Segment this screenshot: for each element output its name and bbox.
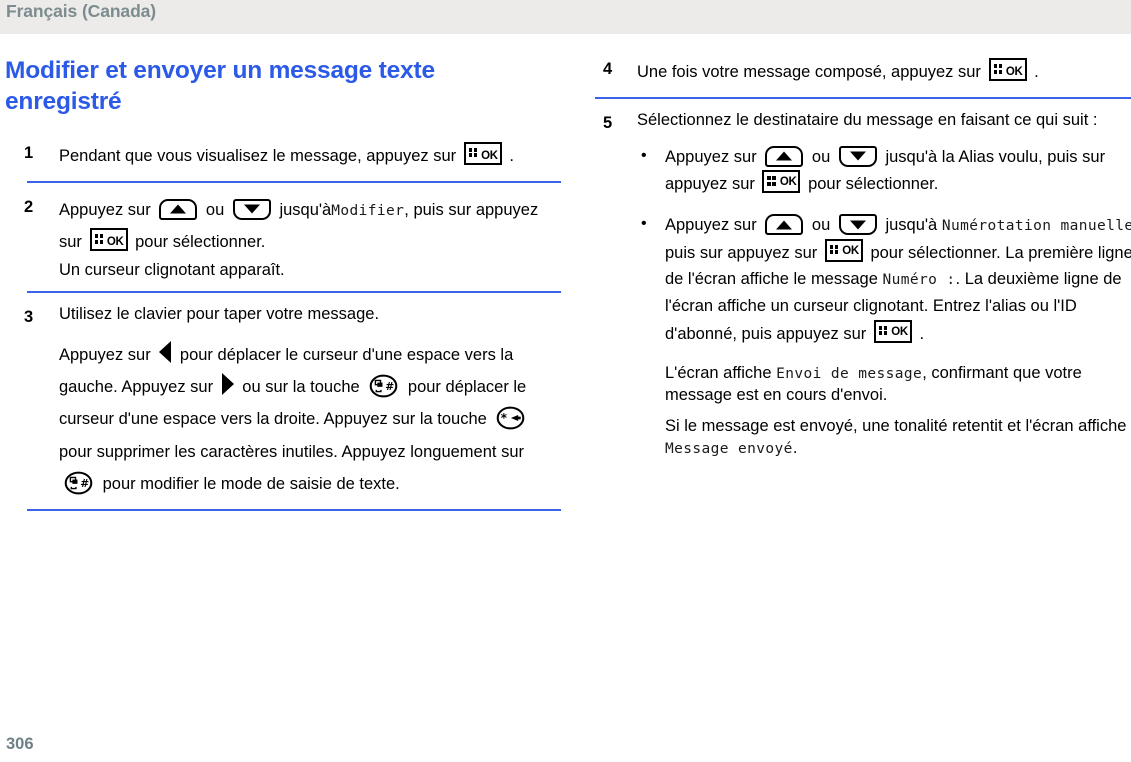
nav-up-key-icon xyxy=(159,198,198,220)
step-2-text-c: jusqu'à xyxy=(279,200,332,219)
ok-key-grid-glyph xyxy=(468,147,478,158)
step-2-text: Appuyez sur ou jusqu'àModifier, puis sur… xyxy=(59,194,561,258)
step-3-text-3: ou sur la touche xyxy=(242,378,360,397)
bullet-2-text-c: jusqu'à xyxy=(885,216,938,235)
step-2-result-text: Un curseur clignotant apparaît. xyxy=(59,261,285,280)
left-column: Modifier et envoyer un message texte enr… xyxy=(5,34,561,522)
ok-key-icon: OK xyxy=(873,319,912,343)
step-5-note-1: L'écran affiche Envoi de message, confir… xyxy=(637,362,1131,407)
ok-key-icon: OK xyxy=(762,170,801,194)
step-1-text: Pendant que vous visualisez le message, … xyxy=(59,140,561,172)
list-item: Appuyez sur ou jusqu'à la Alias voulu, p… xyxy=(637,143,1131,198)
hash-smiley-key-icon: # xyxy=(369,374,398,398)
ok-key-grid-glyph xyxy=(878,325,888,336)
ok-key-grid-glyph xyxy=(829,244,839,255)
step-4: 4 Une fois votre message composé, appuye… xyxy=(595,56,1131,88)
step-3-body: Appuyez sur pour déplacer le curseur d'u… xyxy=(59,339,561,500)
ok-key-label: OK xyxy=(106,236,124,249)
star-delete-key-icon: * xyxy=(497,407,525,430)
page-header-band: Français (Canada) xyxy=(0,0,1131,34)
ok-key-label: OK xyxy=(481,149,498,162)
step-5-note-2: Si le message est envoyé, une tonalité r… xyxy=(637,415,1131,460)
note-1-screen-text: Envoi de message xyxy=(776,365,923,382)
step-1: 1 Pendant que vous visualisez le message… xyxy=(5,140,561,172)
step-5-intro: Sélectionnez le destinataire du message … xyxy=(637,111,1098,130)
page-number: 306 xyxy=(6,735,34,753)
page-body: Modifier et envoyer un message texte enr… xyxy=(0,34,1131,762)
step-2-number: 2 xyxy=(24,197,34,216)
step-4-number: 4 xyxy=(603,60,613,78)
step-5: 5 Sélectionnez le destinataire du messag… xyxy=(595,110,1131,460)
step-5-bullet-list: Appuyez sur ou jusqu'à la Alias voulu, p… xyxy=(637,143,1131,348)
divider-after-step-4 xyxy=(595,97,1131,100)
arrow-left-icon xyxy=(159,341,172,364)
divider-after-step-1 xyxy=(27,180,561,183)
nav-up-key-icon xyxy=(765,145,804,167)
ok-key-label: OK xyxy=(779,176,797,189)
nav-up-key-icon xyxy=(765,214,804,236)
page-title: Modifier et envoyer un message texte enr… xyxy=(5,57,435,115)
step-3-text-6: pour modifier le mode de saisie de texte… xyxy=(102,474,400,493)
ok-key-grid-glyph xyxy=(94,234,104,244)
bullet-2-screen-text-2: Numéro : xyxy=(882,272,956,289)
ok-key-grid-glyph xyxy=(767,176,776,186)
step-3-text-1: Appuyez sur xyxy=(59,346,151,365)
step-1-text-after: . xyxy=(509,146,514,165)
note-2-text-a: Si le message est envoyé, une tonalité r… xyxy=(665,417,1127,436)
nav-down-key-icon xyxy=(838,145,877,167)
step-3-number: 3 xyxy=(24,307,34,326)
bullet-2-text-b: ou xyxy=(811,216,831,235)
ok-key-icon: OK xyxy=(463,141,502,165)
bullet-2-text-g: . xyxy=(919,324,925,343)
step-5-number: 5 xyxy=(603,114,613,133)
divider-after-step-2 xyxy=(27,290,561,293)
step-4-text-before: Une fois votre message composé, appuyez … xyxy=(637,63,981,81)
svg-text:*: * xyxy=(501,411,507,425)
ok-key-label: OK xyxy=(1005,66,1023,78)
step-2: 2 Appuyez sur ou jusqu'àModifier, puis s… xyxy=(5,194,561,282)
step-2-text-d: , puis xyxy=(404,200,444,219)
step-3: 3 Utilisez le clavier pour taper votre m… xyxy=(5,304,561,500)
hash-smiley-key-icon: # xyxy=(64,471,93,495)
note-1-text-a: L'écran affiche xyxy=(665,363,772,382)
ok-key-label: OK xyxy=(891,325,908,338)
step-3-text-5: pour supprimer les caractères inutiles. … xyxy=(59,442,524,461)
note-2-text-b: . xyxy=(792,439,798,458)
list-item: Appuyez sur ou jusqu'à Numérotation manu… xyxy=(637,211,1131,348)
step-2-text-b: ou xyxy=(205,200,225,219)
nav-down-key-icon xyxy=(232,198,271,220)
bullet-1-text-a: Appuyez sur xyxy=(665,147,757,166)
language-label: Français (Canada) xyxy=(6,1,157,21)
ok-key-grid-glyph xyxy=(993,64,1003,74)
step-4-text-after: . xyxy=(1034,63,1039,81)
step-2-text-a: Appuyez sur xyxy=(59,200,151,219)
nav-down-key-icon xyxy=(838,214,877,236)
svg-text:#: # xyxy=(80,477,89,490)
step-2-screen-text: Modifier xyxy=(331,202,405,219)
bullet-2-text-a: Appuyez sur xyxy=(665,216,757,235)
bullet-1-text-d: pour sélectionner. xyxy=(808,175,939,194)
bullet-2-screen-text-1: Numérotation manuelle xyxy=(941,218,1131,235)
ok-key-icon: OK xyxy=(824,238,863,262)
ok-key-label: OK xyxy=(842,244,859,257)
note-2-screen-text: Message envoyé xyxy=(665,441,793,458)
step-3-intro: Utilisez le clavier pour taper votre mes… xyxy=(59,304,380,323)
svg-text:#: # xyxy=(386,380,395,393)
bullet-1-text-b: ou xyxy=(811,147,831,166)
step-1-text-before: Pendant que vous visualisez le message, … xyxy=(59,146,457,165)
divider-after-step-3 xyxy=(27,508,561,511)
step-2-text-f: pour sélectionner. xyxy=(135,233,266,252)
step-1-number: 1 xyxy=(24,143,34,162)
arrow-right-icon xyxy=(221,373,234,396)
ok-key-icon: OK xyxy=(89,228,128,252)
ok-key-icon: OK xyxy=(988,58,1027,81)
step-4-text: Une fois votre message composé, appuyez … xyxy=(637,56,1131,88)
right-column: 4 Une fois votre message composé, appuye… xyxy=(595,34,1131,460)
